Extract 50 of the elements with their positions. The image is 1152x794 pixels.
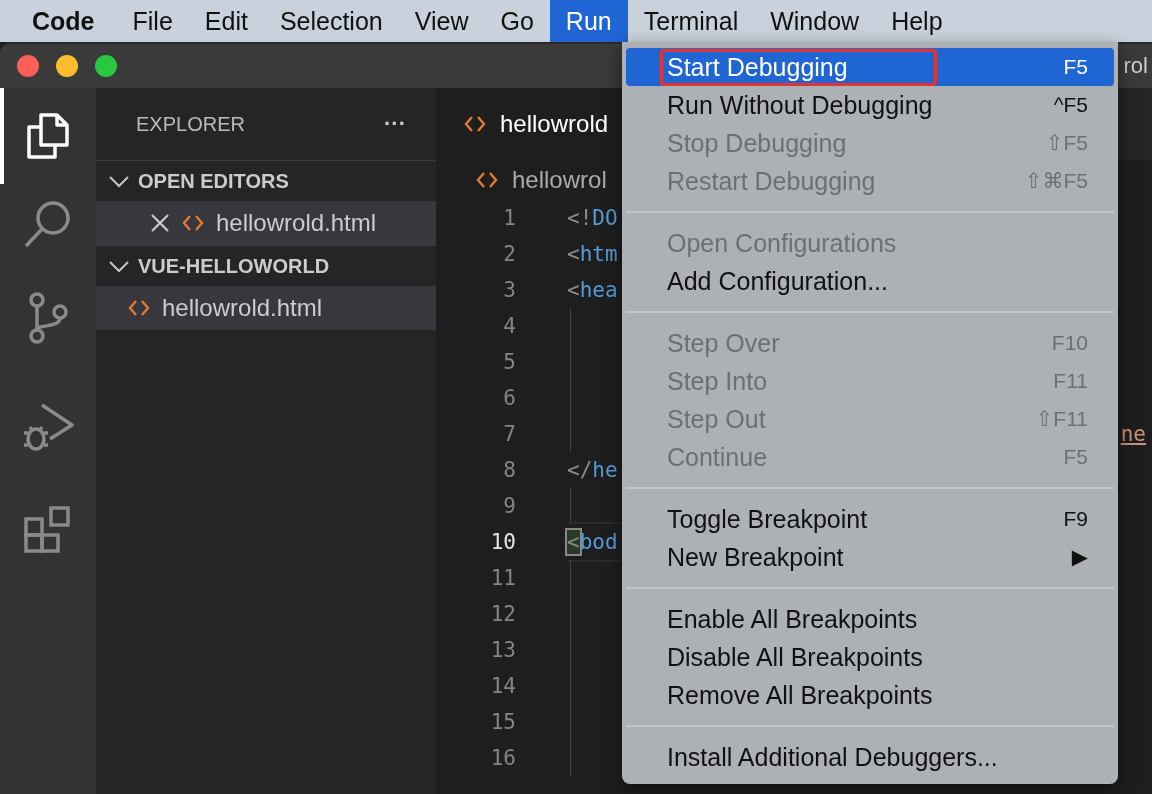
menu-item-label: Step Out — [666, 403, 767, 435]
line-number: 3 — [502, 278, 516, 302]
shortcut-label: F11 — [1053, 369, 1088, 393]
menu-item-label: Install Additional Debuggers... — [666, 741, 999, 773]
shortcut-label: ^F5 — [1053, 93, 1088, 117]
shortcut-label: ▶ — [1071, 545, 1088, 569]
menu-item-label: New Breakpoint — [666, 541, 845, 573]
menu-item-label: Open Configurations — [666, 227, 898, 259]
code-text: </he — [567, 458, 618, 482]
line-number: 11 — [489, 566, 516, 590]
menu-item-label: Run Without Debugging — [666, 89, 934, 121]
shortcut-label: F9 — [1063, 507, 1088, 531]
line-number: 10 — [489, 530, 516, 554]
line-number: 15 — [489, 710, 516, 734]
code-text: <hea — [567, 278, 618, 302]
shortcut-label: ⇧F11 — [1035, 407, 1088, 431]
shortcut-label: ⇧F5 — [1045, 131, 1088, 155]
menu-item-label: Restart Debugging — [666, 165, 877, 197]
explorer-title: EXPLORER — [136, 112, 245, 136]
menu-item-label: Continue — [666, 441, 769, 473]
line-number: 7 — [502, 422, 516, 446]
line-number: 12 — [489, 602, 516, 626]
menu-item-label: Start Debugging — [660, 48, 937, 86]
shortcut-label: ⇧⌘F5 — [1024, 169, 1088, 193]
window-title: rol — [1123, 53, 1148, 79]
line-number: 16 — [489, 746, 516, 770]
menu-item-label: Toggle Breakpoint — [666, 503, 869, 535]
code-text: <!DO — [567, 206, 618, 230]
code-text: <htm — [567, 242, 618, 266]
shortcut-label: F5 — [1063, 445, 1088, 469]
shortcut-label: F5 — [1063, 55, 1088, 79]
code-text: <bod — [567, 530, 618, 554]
menu-item-label: Step Into — [666, 365, 769, 397]
menu-item-label: Enable All Breakpoints — [666, 603, 919, 635]
line-number: 8 — [502, 458, 516, 482]
line-number: 4 — [502, 314, 516, 338]
line-number: 2 — [502, 242, 516, 266]
line-number: 5 — [502, 350, 516, 374]
line-number: 6 — [502, 386, 516, 410]
menu-item-label: Step Over — [666, 327, 781, 359]
menu-item-label: Remove All Breakpoints — [666, 679, 934, 711]
shortcut-label: F10 — [1051, 331, 1088, 355]
line-number: 13 — [489, 638, 516, 662]
menu-item-label: Add Configuration... — [666, 265, 889, 297]
line-number: 1 — [502, 206, 516, 230]
menu-item-label: Disable All Breakpoints — [666, 641, 924, 673]
code-text: ne — [1120, 422, 1146, 446]
line-number: 14 — [489, 674, 516, 698]
line-number: 9 — [502, 494, 516, 518]
menu-item-label: Stop Debugging — [666, 127, 848, 159]
